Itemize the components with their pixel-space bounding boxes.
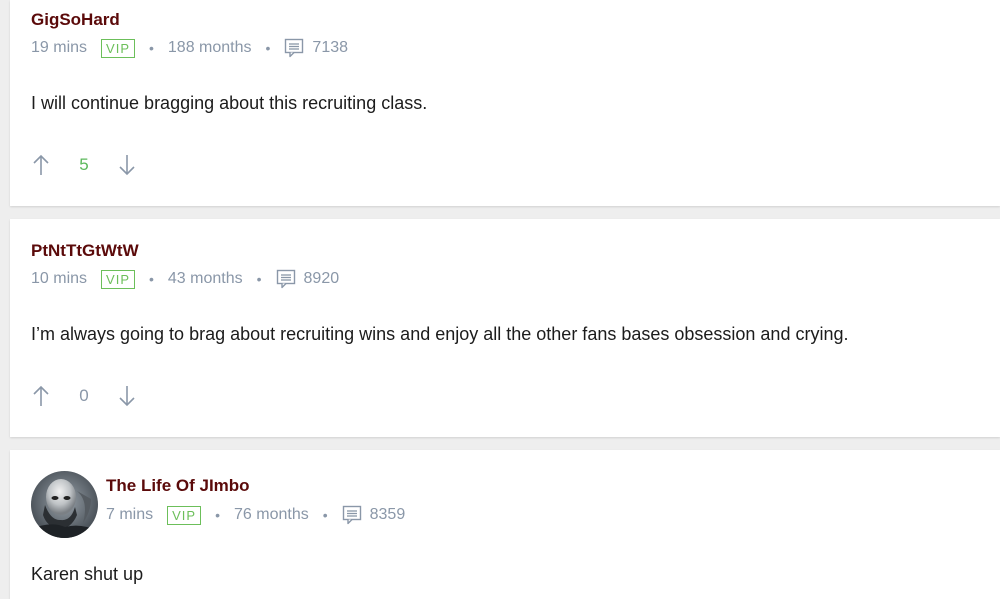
comment-feed: GigSoHard 19 mins VIP • 188 months • 713…	[0, 0, 1000, 599]
vip-badge: VIP	[101, 269, 135, 289]
comment-body: I’m always going to brag about recruitin…	[31, 324, 849, 344]
vip-badge: VIP	[101, 38, 135, 58]
member-tenure: 76 months	[234, 506, 309, 523]
member-tenure: 43 months	[167, 270, 243, 287]
meta-separator: •	[265, 40, 271, 56]
meta-separator: •	[149, 271, 154, 287]
comment-bubble-icon	[342, 505, 362, 525]
vip-badge: VIP	[167, 505, 202, 525]
post-count: 8920	[303, 270, 340, 287]
comment-bubble-icon	[276, 269, 296, 289]
comment-bubble-icon	[284, 38, 304, 58]
upvote-button[interactable]	[31, 153, 51, 177]
member-tenure: 188 months	[167, 39, 252, 56]
downvote-button[interactable]	[117, 384, 137, 408]
meta-separator: •	[256, 271, 262, 287]
comment-body: Karen shut up	[31, 564, 144, 584]
comment-time: 19 mins	[31, 39, 88, 56]
vote-controls: 5	[31, 153, 137, 177]
downvote-button[interactable]	[117, 153, 137, 177]
comment-username[interactable]: The Life Of JImbo	[106, 476, 250, 496]
meta-separator: •	[215, 507, 220, 523]
meta-separator: •	[322, 507, 328, 523]
vote-controls: 0	[31, 384, 137, 408]
comment-username[interactable]: GigSoHard	[31, 10, 120, 30]
arrow-up-icon	[33, 385, 49, 406]
comment-body: I will continue bragging about this recr…	[31, 93, 428, 113]
vote-score: 0	[79, 386, 89, 405]
arrow-down-icon	[119, 155, 135, 176]
comment-meta: 7 mins VIP • 76 months • 8359	[106, 505, 405, 525]
comment-time: 10 mins	[31, 270, 88, 287]
post-count: 7138	[312, 39, 349, 56]
arrow-up-icon	[33, 154, 49, 175]
vote-score: 5	[79, 155, 89, 174]
avatar[interactable]	[31, 471, 98, 538]
arrow-down-icon	[119, 386, 135, 407]
comment-card: PtNtTtGtWtW 10 mins VIP • 43 months • 89…	[10, 219, 1000, 437]
comment-meta: 19 mins VIP • 188 months • 7138	[31, 38, 348, 58]
comment-meta: 10 mins VIP • 43 months • 8920	[31, 269, 339, 289]
comment-time: 7 mins	[106, 506, 154, 523]
avatar-image	[31, 471, 98, 538]
comment-card: The Life Of JImbo 7 mins VIP • 76 months…	[10, 450, 1000, 599]
comment-username[interactable]: PtNtTtGtWtW	[31, 241, 139, 261]
meta-separator: •	[149, 40, 154, 56]
upvote-button[interactable]	[31, 384, 51, 408]
post-count: 8359	[369, 506, 406, 523]
comment-card: GigSoHard 19 mins VIP • 188 months • 713…	[10, 0, 1000, 206]
